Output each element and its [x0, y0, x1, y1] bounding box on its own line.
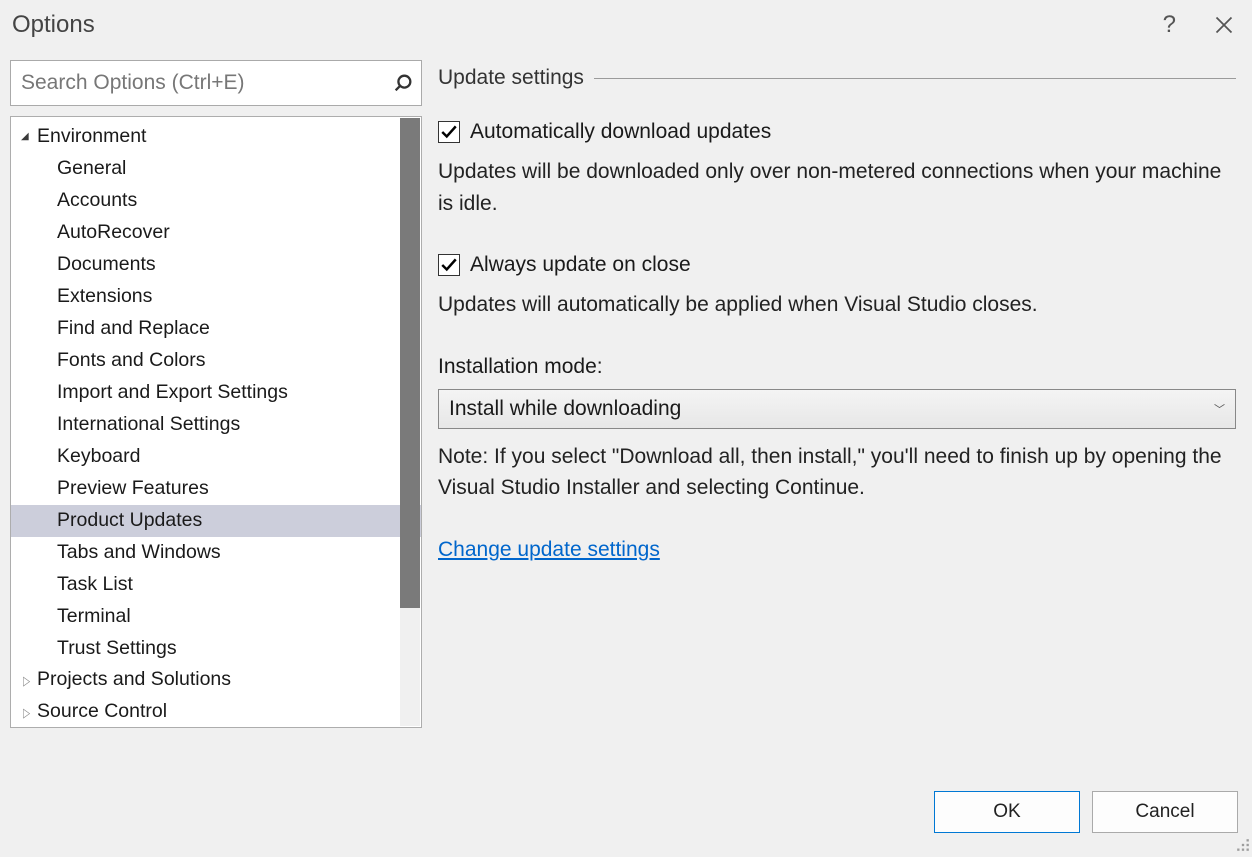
tree-item[interactable]: Extensions	[11, 281, 421, 313]
dialog-title: Options	[12, 11, 95, 39]
tree-item-label: Source Control	[37, 696, 167, 728]
auto-download-label: Automatically download updates	[470, 120, 771, 144]
install-mode-block: Installation mode: Install while downloa…	[438, 355, 1236, 504]
cancel-button[interactable]: Cancel	[1092, 791, 1238, 833]
tree-item[interactable]: General	[11, 153, 421, 185]
tree-item-label: Preview Features	[57, 473, 209, 505]
tree-item[interactable]: Find and Replace	[11, 313, 421, 345]
install-mode-label: Installation mode:	[438, 355, 1236, 379]
titlebar-controls: ?	[1163, 11, 1234, 39]
tree-category[interactable]: ▷Source Control	[11, 696, 421, 728]
chevron-down-icon: ◢	[21, 129, 35, 145]
tree-item[interactable]: Import and Export Settings	[11, 377, 421, 409]
tree-scrollbar[interactable]	[400, 118, 420, 726]
tree-item-label: Extensions	[57, 281, 152, 313]
tree-item-label: Keyboard	[57, 441, 140, 473]
tree-item[interactable]: Accounts	[11, 185, 421, 217]
tree-category[interactable]: ▷Projects and Solutions	[11, 664, 421, 696]
update-on-close-block: Always update on close Updates will auto…	[438, 253, 1236, 321]
update-on-close-desc: Updates will automatically be applied wh…	[438, 289, 1236, 321]
change-update-settings-link[interactable]: Change update settings	[438, 538, 660, 561]
settings-panel: Update settings Automatically download u…	[438, 60, 1242, 784]
install-mode-note: Note: If you select "Download all, then …	[438, 441, 1236, 504]
chevron-right-icon: ▷	[23, 670, 33, 691]
tree-scrollbar-thumb[interactable]	[400, 118, 420, 608]
tree-item[interactable]: International Settings	[11, 409, 421, 441]
auto-download-desc: Updates will be downloaded only over non…	[438, 156, 1236, 219]
section-header: Update settings	[438, 66, 1236, 90]
left-pane: ◢EnvironmentGeneralAccountsAutoRecoverDo…	[10, 60, 422, 784]
link-block: Change update settings	[438, 538, 1236, 562]
tree-item-label: Projects and Solutions	[37, 664, 231, 696]
update-on-close-checkbox[interactable]: Always update on close	[438, 253, 1236, 277]
tree-item-label: Environment	[37, 121, 146, 153]
tree-item[interactable]: Documents	[11, 249, 421, 281]
search-input[interactable]	[10, 60, 422, 106]
tree-item-label: Trust Settings	[57, 633, 177, 665]
close-icon[interactable]	[1214, 15, 1234, 35]
section-title: Update settings	[438, 66, 584, 90]
tree-item[interactable]: Fonts and Colors	[11, 345, 421, 377]
dialog-footer: OK Cancel	[0, 784, 1252, 852]
checkbox-icon	[438, 121, 460, 143]
resize-grip-icon[interactable]	[1236, 836, 1250, 850]
tree-item-label: International Settings	[57, 409, 240, 441]
tree-category[interactable]: ◢Environment	[11, 121, 421, 153]
help-icon[interactable]: ?	[1163, 11, 1176, 39]
tree-item[interactable]: Trust Settings	[11, 633, 421, 665]
tree-item-label: Tabs and Windows	[57, 537, 221, 569]
titlebar: Options ?	[0, 0, 1252, 50]
chevron-right-icon: ▷	[23, 702, 33, 723]
section-divider	[594, 78, 1236, 79]
auto-download-block: Automatically download updates Updates w…	[438, 120, 1236, 219]
tree-item-label: Accounts	[57, 185, 137, 217]
tree-item[interactable]: Keyboard	[11, 441, 421, 473]
search-wrap	[10, 60, 422, 106]
tree-item-label: Find and Replace	[57, 313, 210, 345]
install-mode-combo[interactable]: Install while downloading ﹀	[438, 389, 1236, 429]
tree-item[interactable]: Task List	[11, 569, 421, 601]
install-mode-value: Install while downloading	[449, 397, 681, 421]
tree-item-label: General	[57, 153, 126, 185]
tree-item-label: Terminal	[57, 601, 131, 633]
tree-item[interactable]: Preview Features	[11, 473, 421, 505]
options-tree: ◢EnvironmentGeneralAccountsAutoRecoverDo…	[10, 116, 422, 728]
ok-button[interactable]: OK	[934, 791, 1080, 833]
tree-item-label: Fonts and Colors	[57, 345, 206, 377]
tree-item[interactable]: AutoRecover	[11, 217, 421, 249]
content-area: ◢EnvironmentGeneralAccountsAutoRecoverDo…	[0, 50, 1252, 784]
tree-item[interactable]: Tabs and Windows	[11, 537, 421, 569]
tree-item-label: Documents	[57, 249, 156, 281]
checkbox-icon	[438, 254, 460, 276]
update-on-close-label: Always update on close	[470, 253, 691, 277]
tree-item-label: Product Updates	[57, 505, 202, 537]
auto-download-checkbox[interactable]: Automatically download updates	[438, 120, 1236, 144]
tree-item[interactable]: Terminal	[11, 601, 421, 633]
chevron-down-icon: ﹀	[1214, 401, 1225, 417]
tree-item-label: Task List	[57, 569, 133, 601]
tree-item-label: AutoRecover	[57, 217, 170, 249]
search-icon[interactable]	[392, 72, 414, 94]
options-dialog: Options ? ◢EnvironmentGeneralAccountsAut…	[0, 0, 1252, 852]
tree-item-label: Import and Export Settings	[57, 377, 288, 409]
tree-item[interactable]: Product Updates	[11, 505, 421, 537]
